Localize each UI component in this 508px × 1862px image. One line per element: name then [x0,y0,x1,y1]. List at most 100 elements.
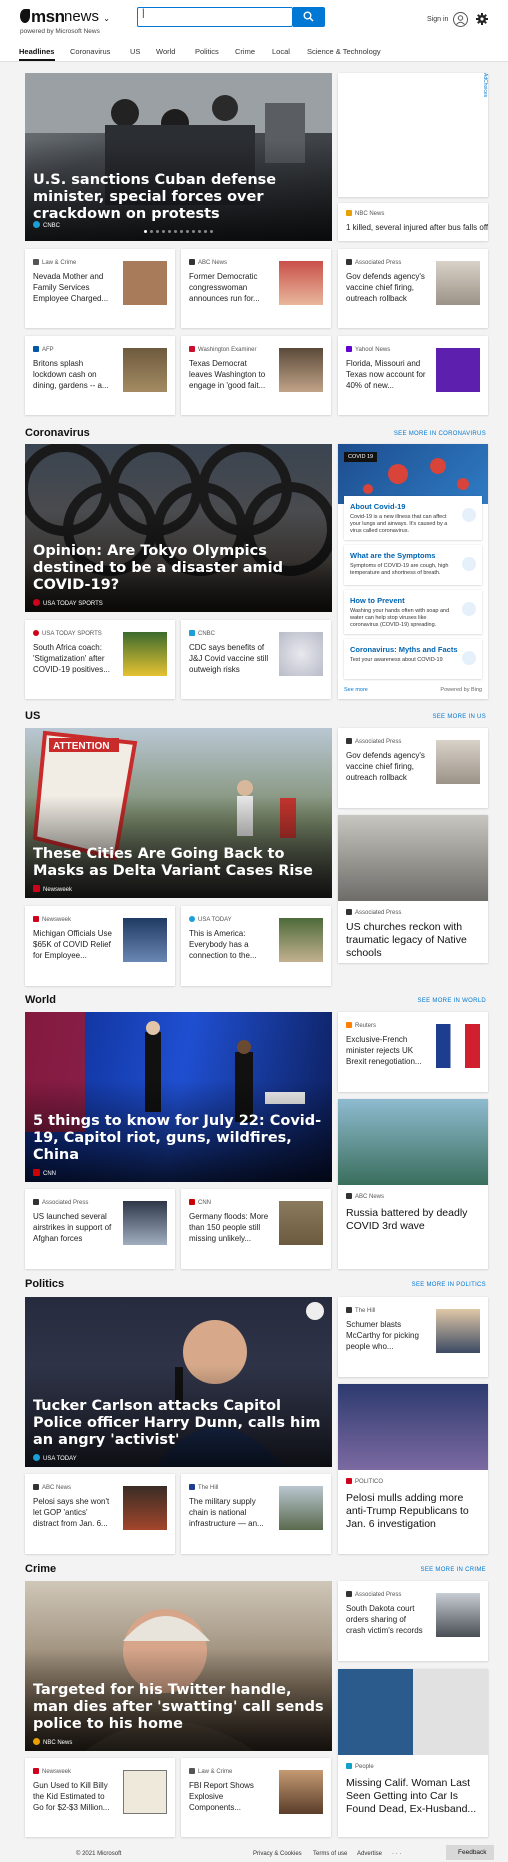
chevron-down-icon[interactable]: ⌄ [103,14,110,23]
hero-title[interactable]: 5 things to know for July 22: Covid-19, … [33,1113,324,1164]
more-menu[interactable]: · · · [392,1851,401,1857]
search-input[interactable]: | [137,7,293,27]
card-thumbnail [123,348,167,392]
news-card[interactable]: Law & Crime Nevada Mother and Family Ser… [25,249,175,328]
card-thumbnail [279,348,323,392]
card-title: Former Democratic congresswoman announce… [189,272,260,303]
news-card[interactable]: CNN Germany floods: More than 150 people… [181,1189,331,1269]
source-icon [346,1763,352,1769]
section-heading-coronavirus[interactable]: Coronavirus [25,427,90,439]
news-card[interactable]: Yahoo! News Florida, Missouri and Texas … [338,336,488,415]
hero-title[interactable]: Opinion: Are Tokyo Olympics destined to … [33,543,324,594]
gear-icon[interactable] [476,13,488,25]
news-card[interactable]: USA TODAY SPORTS South Africa coach: 'St… [25,620,175,699]
svg-text:ATTENTION: ATTENTION [53,741,109,752]
news-card-large[interactable]: Associated Press US churches reckon with… [338,815,488,963]
card-title: US launched several airstrikes in suppor… [33,1212,112,1243]
nav-politics[interactable]: Politics [195,47,219,56]
hero-title[interactable]: Targeted for his Twitter handle, man die… [33,1682,324,1733]
news-card[interactable]: Associated Press South Dakota court orde… [338,1581,488,1661]
card-image [338,1384,488,1470]
section-heading-us[interactable]: US [25,710,40,722]
signin-link[interactable]: Sign in [427,16,448,23]
powered-by: powered by Microsoft News [20,28,100,35]
usa-today-logo-icon [33,1454,40,1461]
info-prevent[interactable]: How to Prevent Washing your hands often … [344,590,482,634]
search-button[interactable] [293,7,325,27]
news-card[interactable]: AFP Britons splash lockdown cash on dini… [25,336,175,415]
card-title: This is America: Everybody has a connect… [189,929,257,960]
nav-us[interactable]: US [130,47,140,56]
card-image [338,815,488,901]
section-heading-crime[interactable]: Crime [25,1563,56,1575]
see-more-world[interactable]: SEE MORE IN WORLD [418,998,486,1004]
news-card[interactable]: Associated Press Gov defends agency's va… [338,249,488,328]
source-icon [189,346,195,352]
avatar-icon[interactable] [453,12,468,27]
info-about-covid[interactable]: About Covid-19 Covid-19 is a new illness… [344,496,482,540]
news-card-large[interactable]: ABC News Russia battered by deadly COVID… [338,1099,488,1269]
see-more-politics[interactable]: SEE MORE IN POLITICS [412,1282,486,1288]
info-icon [462,508,476,522]
crime-hero-card[interactable]: Targeted for his Twitter handle, man die… [25,1581,332,1751]
hero-title[interactable]: These Cities Are Going Back to Masks as … [33,846,324,880]
nav-crime[interactable]: Crime [235,47,255,56]
nav-headlines[interactable]: Headlines [19,47,54,56]
news-card[interactable]: CNBC CDC says benefits of J&J Covid vacc… [181,620,331,699]
nav-coronavirus[interactable]: Coronavirus [70,47,110,56]
terms-link[interactable]: Terms of use [313,1851,347,1857]
coronavirus-hero-card[interactable]: Opinion: Are Tokyo Olympics destined to … [25,444,332,612]
world-hero-card[interactable]: 5 things to know for July 22: Covid-19, … [25,1012,332,1182]
source-icon [189,259,195,265]
source-icon [33,630,39,636]
news-card[interactable]: The Hill Schumer blasts McCarthy for pic… [338,1297,488,1377]
ad-slot[interactable]: AdChoices [338,73,488,197]
info-symptoms[interactable]: What are the Symptoms Symptoms of COVID-… [344,545,482,585]
section-heading-world[interactable]: World [25,994,56,1006]
adchoices-label[interactable]: AdChoices [480,73,488,113]
card-title: Exclusive-French minister rejects UK Bre… [346,1035,422,1066]
news-card[interactable]: Associated Press US launched several air… [25,1189,175,1269]
see-more-crime[interactable]: SEE MORE IN CRIME [421,1567,486,1573]
feedback-button[interactable]: Feedback [446,1845,494,1860]
card-title: Pelosi mulls adding more anti-Trump Repu… [346,1492,469,1530]
see-more-us[interactable]: SEE MORE IN US [432,714,486,720]
news-card[interactable]: Newsweek Gun Used to Kill Billy the Kid … [25,1758,175,1837]
news-card[interactable]: Newsweek Michigan Officials Use $65K of … [25,906,175,986]
carousel-dots[interactable] [25,220,332,238]
top-hero-card[interactable]: U.S. sanctions Cuban defense minister, s… [25,73,332,241]
msn-logo[interactable]: msn news ⌄ powered by Microsoft News [20,7,120,37]
covid-see-more-link[interactable]: See more [344,687,368,693]
info-myths[interactable]: Coronavirus: Myths and Facts Test your a… [344,639,482,679]
news-card[interactable]: The Hill The military supply chain is na… [181,1474,331,1554]
card-thumbnail [436,348,480,392]
card-title: CDC says benefits of J&J Covid vaccine s… [189,643,269,674]
see-more-coronavirus[interactable]: SEE MORE IN CORONAVIRUS [394,431,486,437]
nav-science-technology[interactable]: Science & Technology [307,47,381,56]
hero-title[interactable]: Tucker Carlson attacks Capitol Police of… [33,1398,324,1449]
card-title: Gov defends agency's vaccine chief firin… [346,751,425,782]
card-thumbnail [123,918,167,962]
news-card[interactable]: Washington Examiner Texas Democrat leave… [181,336,331,415]
hero-title[interactable]: U.S. sanctions Cuban defense minister, s… [33,172,324,223]
section-heading-politics[interactable]: Politics [25,1278,64,1290]
news-card-large[interactable]: POLITICO Pelosi mulls adding more anti-T… [338,1384,488,1554]
news-card[interactable]: Law & Crime FBI Report Shows Explosive C… [181,1758,331,1837]
politics-hero-card[interactable]: Tucker Carlson attacks Capitol Police of… [25,1297,332,1467]
us-hero-card[interactable]: ATTENTION These Cities Are Going Back to… [25,728,332,898]
privacy-link[interactable]: Privacy & Cookies [253,1851,302,1857]
covid-info-panel: COVID 19 About Covid-19 Covid-19 is a ne… [338,444,488,699]
news-card-large[interactable]: People Missing Calif. Woman Last Seen Ge… [338,1669,488,1837]
news-card[interactable]: Associated Press Gov defends agency's va… [338,728,488,808]
news-card[interactable]: Reuters Exclusive-French minister reject… [338,1012,488,1092]
nav-world[interactable]: World [156,47,175,56]
news-card[interactable]: ABC News Pelosi says she won't let GOP '… [25,1474,175,1554]
nav-local[interactable]: Local [272,47,290,56]
news-card[interactable]: ABC News Former Democratic congresswoman… [181,249,331,328]
advertise-link[interactable]: Advertise [357,1851,382,1857]
news-card[interactable]: USA TODAY This is America: Everybody has… [181,906,331,986]
top-side-card[interactable]: NBC News 1 killed, several injured after… [338,203,488,241]
thermometer-icon [462,557,476,571]
source-icon [189,916,195,922]
card-title: Gun Used to Kill Billy the Kid Estimated… [33,1781,110,1812]
